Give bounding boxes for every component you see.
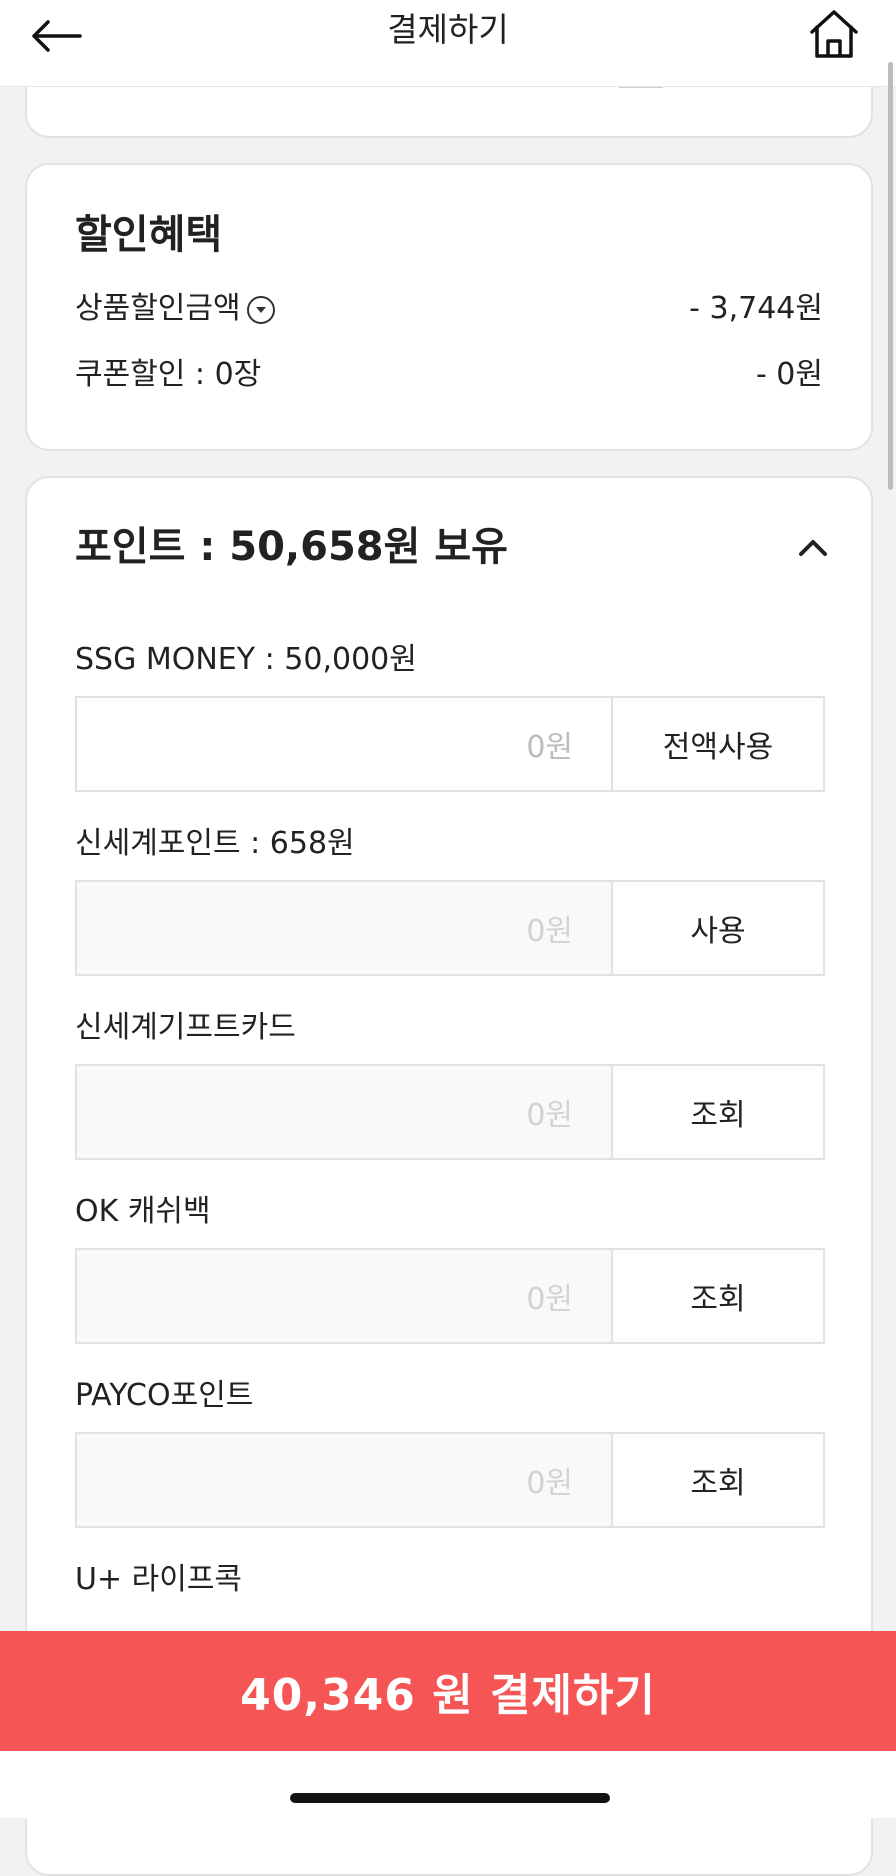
top-app-bar: 결제하기	[0, 0, 896, 87]
payco-point-field: 0원 조회	[75, 1432, 825, 1528]
points-title: 포인트 : 50,658원 보유	[75, 524, 508, 570]
product-discount-row: 상품할인금액 - 3,744원	[75, 289, 823, 329]
use-all-button[interactable]: 전액사용	[613, 698, 823, 790]
gift-card-lookup-button[interactable]: 조회	[613, 1066, 823, 1158]
coupon-discount-row: 쿠폰할인 : 0장 - 0원	[75, 355, 823, 395]
gift-card-field: 0원 조회	[75, 1064, 825, 1160]
product-discount-label: 상품할인금액	[75, 291, 241, 326]
shinsegae-point-input[interactable]: 0원	[77, 882, 613, 974]
discount-card: 할인혜택 상품할인금액 - 3,744원 쿠폰할인 : 0장 - 0원	[25, 163, 873, 451]
use-point-button[interactable]: 사용	[613, 882, 823, 974]
chevron-down-circle-icon[interactable]	[246, 295, 275, 324]
bottom-safe-area	[0, 1751, 896, 1818]
ok-cashbag-input[interactable]: 0원	[77, 1250, 613, 1342]
discount-title: 할인혜택	[75, 212, 223, 258]
ssg-money-label: SSG MONEY : 50,000원	[75, 642, 417, 677]
ssg-money-field: 0원 전액사용	[75, 696, 825, 792]
payco-lookup-button[interactable]: 조회	[613, 1434, 823, 1526]
gift-card-input[interactable]: 0원	[77, 1066, 613, 1158]
coupon-discount-value: - 0원	[755, 357, 823, 392]
ssg-money-input[interactable]: 0원	[77, 698, 613, 790]
coupon-discount-label: 쿠폰할인 : 0장	[75, 357, 262, 392]
payco-point-label: PAYCO포인트	[75, 1378, 254, 1413]
home-indicator	[290, 1793, 610, 1803]
shinsegae-point-label: 신세계포인트 : 658원	[75, 826, 355, 861]
home-button[interactable]	[802, 2, 866, 66]
product-discount-value: - 3,744원	[689, 291, 823, 326]
ok-cashbag-label: OK 캐쉬백	[75, 1194, 211, 1229]
uplus-lifecok-label: U+ 라이프콕	[75, 1562, 243, 1597]
home-icon	[810, 10, 858, 58]
page-title: 결제하기	[387, 10, 509, 49]
chevron-up-icon[interactable]	[795, 530, 831, 566]
pay-button[interactable]: 40,346 원 결제하기	[0, 1631, 896, 1751]
ok-cashbag-field: 0원 조회	[75, 1248, 825, 1344]
product-discount-toggle[interactable]: 상품할인금액	[75, 289, 275, 329]
scrollbar[interactable]	[888, 62, 893, 490]
shinsegae-point-field: 0원 사용	[75, 880, 825, 976]
gift-card-label: 신세계기프트카드	[75, 1010, 296, 1045]
payco-point-input[interactable]: 0원	[77, 1434, 613, 1526]
ok-cashbag-lookup-button[interactable]: 조회	[613, 1250, 823, 1342]
